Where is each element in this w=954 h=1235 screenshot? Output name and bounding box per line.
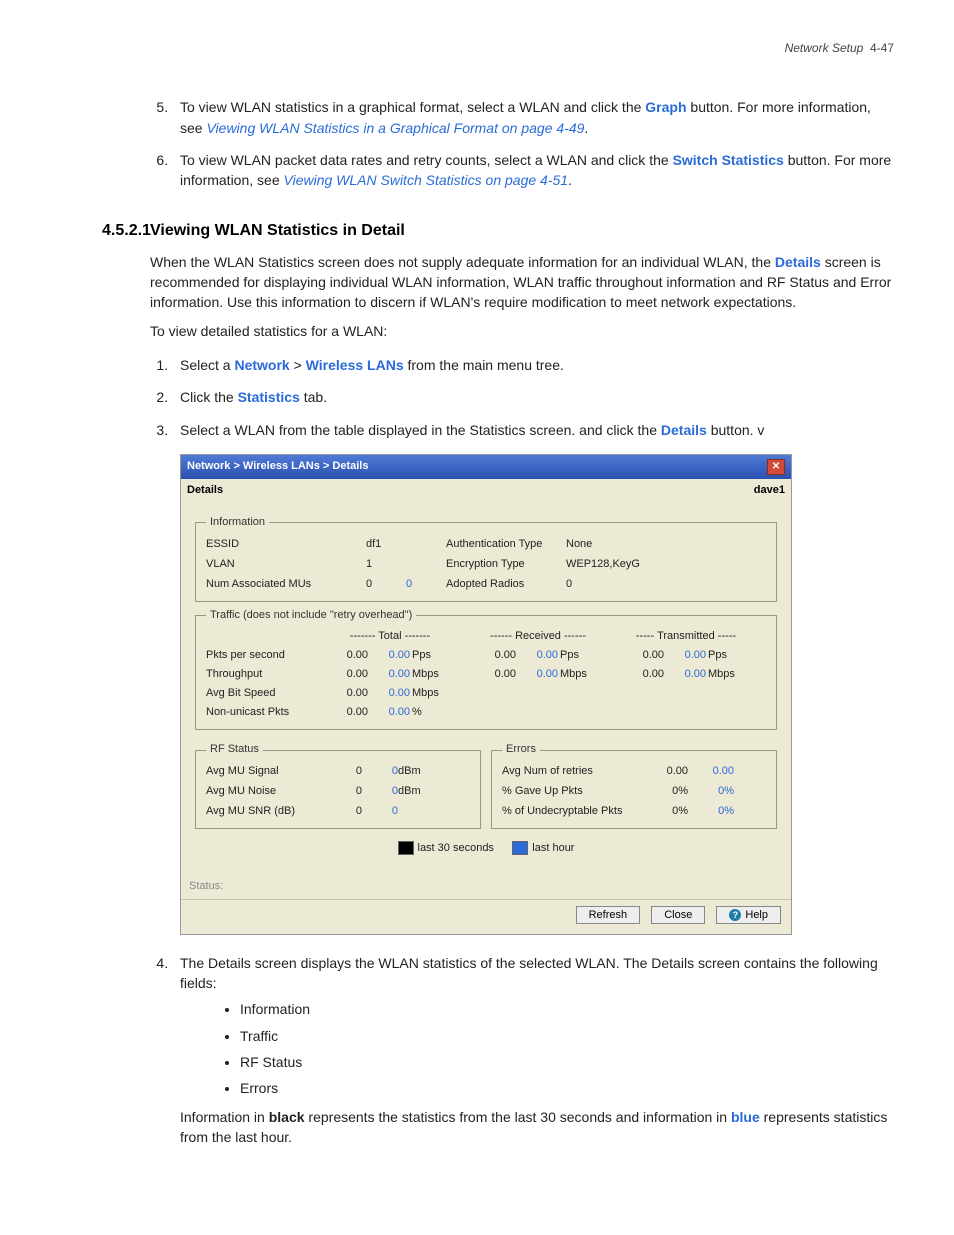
link-switch-stats[interactable]: Viewing WLAN Switch Statistics on page 4… [284,172,569,188]
step-5: To view WLAN statistics in a graphical f… [172,97,894,138]
refresh-button[interactable]: Refresh [576,906,641,924]
intro-lead: To view detailed statistics for a WLAN: [150,321,894,341]
close-icon[interactable]: ✕ [767,459,785,475]
intro-paragraph: When the WLAN Statistics screen does not… [150,252,894,313]
close-button[interactable]: Close [651,906,705,924]
graph-button-ref: Graph [645,99,686,115]
step-6: To view WLAN packet data rates and retry… [172,150,894,191]
field-errors: Errors [240,1078,894,1098]
errors-group: Errors Avg Num of retries0.000.00 % Gave… [491,742,777,829]
field-traffic: Traffic [240,1026,894,1046]
switch-stats-button-ref: Switch Statistics [673,152,784,168]
color-legend: last 30 seconds last hour [195,835,777,867]
swatch-blue-icon [512,841,528,855]
user-label: dave1 [754,483,785,499]
section-name: Network Setup [785,41,864,55]
substep-2: Click the Statistics tab. [172,387,894,407]
section-heading: 4.5.2.1Viewing WLAN Statistics in Detail [150,219,894,242]
details-screen-ref: Details [775,254,821,270]
help-button[interactable]: ?Help [716,906,781,924]
link-graphical-stats[interactable]: Viewing WLAN Statistics in a Graphical F… [206,120,584,136]
field-information: Information [240,999,894,1019]
page-header: Network Setup 4-47 [60,40,894,57]
substep-1: Select a Network > Wireless LANs from th… [172,355,894,375]
dialog-titlebar: Network > Wireless LANs > Details ✕ [181,455,791,479]
substep-3: Select a WLAN from the table displayed i… [172,420,894,440]
rf-status-group: RF Status Avg MU Signal00dBm Avg MU Nois… [195,742,481,829]
help-icon: ? [729,909,741,921]
traffic-group: Traffic (does not include "retry overhea… [195,608,777,731]
status-label: Status: [181,875,791,899]
step-4: The Details screen displays the WLAN sta… [172,953,894,1147]
color-explanation: Information in black represents the stat… [180,1107,894,1148]
page-number: 4-47 [870,41,894,55]
details-dialog: Network > Wireless LANs > Details ✕ Deta… [180,454,792,935]
dialog-subheader: Details dave1 [181,479,791,503]
information-group: Information ESSIDdf1 Authentication Type… [195,515,777,602]
button-bar: Refresh Close ?Help [181,899,791,934]
field-rf-status: RF Status [240,1052,894,1072]
swatch-black-icon [398,841,414,855]
dialog-breadcrumb: Network > Wireless LANs > Details [187,459,767,475]
